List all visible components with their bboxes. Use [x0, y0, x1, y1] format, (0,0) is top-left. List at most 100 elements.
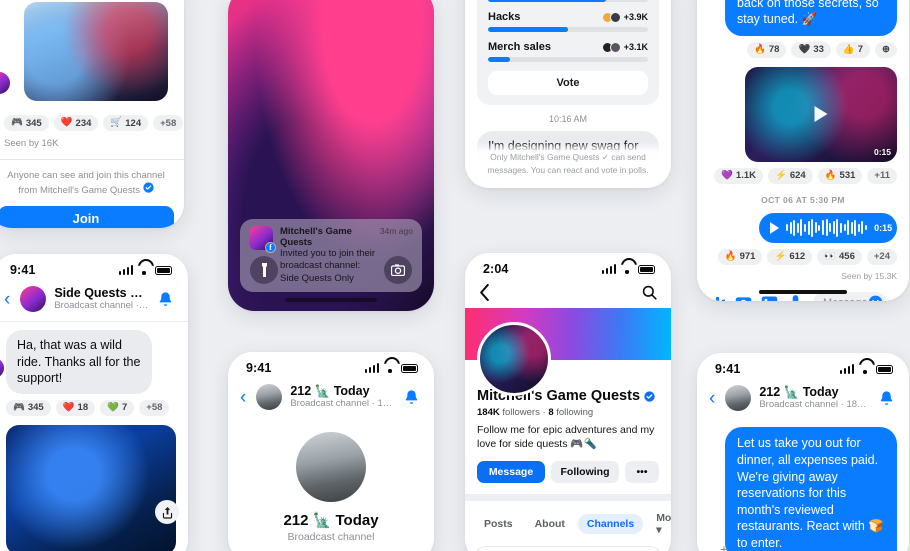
back-chevron-icon[interactable]: ‹: [707, 389, 717, 408]
reaction-chip[interactable]: 🔥 971: [717, 248, 763, 265]
reaction-emoji: ⚡: [774, 251, 787, 263]
outgoing-message-bubble[interactable]: you know I'm not holding back on those s…: [725, 0, 897, 36]
reaction-chip[interactable]: 🔥 531: [817, 167, 863, 184]
outgoing-message-bubble[interactable]: Let us take you out for dinner, all expe…: [725, 427, 897, 551]
reaction-chip[interactable]: 🎮 345: [6, 399, 51, 416]
notification-time: 34m ago: [379, 226, 413, 236]
back-chevron-icon[interactable]: ‹: [2, 290, 12, 309]
reaction-chip[interactable]: 👍 7: [835, 41, 871, 58]
microphone-icon[interactable]: [787, 294, 804, 301]
voice-message[interactable]: 0:15: [759, 212, 897, 243]
signal-icon: [364, 363, 379, 373]
reaction-count: +58: [146, 402, 163, 414]
message-row: you know I'm not holding back on those s…: [709, 0, 897, 36]
vote-button[interactable]: Vote: [488, 71, 648, 95]
reaction-chip-row: 💜 1.1K ⚡ 624 🔥 531 +11: [709, 167, 897, 184]
thumbs-up-icon[interactable]: [896, 294, 909, 301]
post-photo[interactable]: [24, 2, 168, 101]
poll-option-label: Hacks: [488, 11, 521, 23]
home-indicator: [759, 290, 847, 294]
channel-avatar[interactable]: [256, 384, 283, 411]
wifi-icon: [859, 364, 871, 374]
poll-progress-track: [488, 57, 648, 62]
following-count: 8: [548, 407, 554, 418]
poll-option[interactable]: Hacks +3.9K: [488, 11, 648, 32]
more-options-button[interactable]: •••: [625, 460, 659, 483]
reaction-chip[interactable]: 💜 1.1K: [714, 167, 763, 184]
reaction-chip[interactable]: 👀 456: [817, 248, 862, 265]
gallery-icon[interactable]: [761, 294, 778, 301]
reaction-chip[interactable]: ⚡ 624: [768, 167, 813, 184]
plus-icon[interactable]: +: [716, 541, 732, 551]
status-bar: 9:41: [697, 353, 909, 379]
reaction-chip[interactable]: ❤️ 18: [55, 399, 96, 416]
video-attachment[interactable]: 0:15: [745, 66, 897, 162]
join-button[interactable]: Join: [0, 205, 174, 228]
poll-option[interactable]: Live updates +6.8K: [488, 0, 648, 2]
reaction-emoji: 🎮: [13, 402, 25, 413]
message-button[interactable]: Message: [477, 460, 545, 483]
reaction-count: 612: [789, 251, 806, 263]
reaction-chip-row: 🎮 345 ❤️ 18 💚 7 +58: [6, 399, 176, 416]
following-button[interactable]: Following: [551, 460, 619, 483]
reaction-emoji: ⚡: [775, 170, 787, 182]
wifi-icon: [384, 363, 396, 373]
add-reaction-button[interactable]: ⊕: [875, 41, 897, 58]
poll-icon[interactable]: [709, 294, 726, 301]
verified-badge-icon: [142, 182, 154, 193]
notification-bell-icon[interactable]: [878, 390, 895, 407]
reaction-count: 345: [25, 117, 42, 129]
play-icon[interactable]: [814, 106, 828, 123]
reaction-emoji: ❤️: [60, 117, 73, 129]
reaction-chip-overflow[interactable]: +58: [153, 115, 184, 131]
reaction-chip-overflow[interactable]: +58: [139, 399, 170, 416]
reaction-chip[interactable]: 💚 7: [100, 399, 135, 416]
reaction-chip[interactable]: 🔥 78: [747, 41, 787, 58]
tab-channels[interactable]: Channels: [577, 513, 644, 534]
signal-icon: [118, 265, 133, 275]
poll-progress-track: [488, 27, 648, 32]
reaction-chip[interactable]: 🛒 124: [103, 115, 149, 131]
profile-avatar[interactable]: [477, 322, 551, 396]
tab-posts[interactable]: Posts: [475, 514, 522, 534]
camera-icon[interactable]: [384, 256, 412, 284]
camera-icon[interactable]: [735, 294, 752, 301]
wifi-icon: [138, 265, 150, 275]
date-separator: OCT 06 AT 5:30 PM: [761, 194, 845, 205]
reaction-chip[interactable]: 🖤 33: [791, 41, 831, 58]
reaction-count: +11: [874, 170, 890, 182]
channel-avatar[interactable]: [20, 286, 47, 313]
notification-bell-icon[interactable]: [403, 389, 420, 406]
verified-badge-icon: [644, 390, 655, 402]
channel-title: 212 🗽 Today: [290, 384, 370, 398]
message-row: Let us take you out for dinner, all expe…: [709, 427, 897, 551]
back-chevron-icon[interactable]: [479, 284, 490, 301]
search-icon[interactable]: [642, 285, 657, 300]
reaction-chip[interactable]: ❤️ 234: [53, 115, 99, 131]
reaction-chip[interactable]: ⚡ 612: [767, 248, 813, 265]
back-chevron-icon[interactable]: ‹: [238, 388, 248, 407]
waveform: [786, 218, 868, 237]
play-icon[interactable]: [770, 221, 779, 234]
reaction-count: 1.1K: [735, 170, 756, 182]
notification-bell-icon[interactable]: [157, 291, 174, 308]
reaction-chip-overflow[interactable]: +11: [867, 167, 897, 184]
tab-about[interactable]: About: [526, 514, 574, 534]
channel-footnote: Only Mitchell's Game Quests ✓ can send m…: [465, 142, 671, 188]
status-bar: 9:41: [0, 254, 188, 280]
reaction-chip-overflow[interactable]: +24: [866, 248, 897, 265]
flashlight-icon[interactable]: [250, 256, 278, 284]
emoji-icon[interactable]: [868, 295, 883, 301]
message-timestamp: 10:16 AM: [548, 114, 588, 124]
reaction-chip-row: 🎮 345 ❤️ 234 🛒 124 +58: [4, 115, 184, 131]
poll-option[interactable]: Merch sales +3.1K: [488, 41, 648, 62]
channel-subtitle: Broadcast channel · 181K members: [759, 399, 870, 411]
poll-progress-fill: [488, 57, 511, 62]
cover-photo[interactable]: [465, 308, 671, 396]
reaction-chip[interactable]: 🎮 345: [4, 115, 49, 131]
reaction-emoji: 🛒: [110, 117, 123, 129]
channel-avatar[interactable]: [725, 385, 752, 412]
message-bubble[interactable]: Ha, that was a wild ride. Thanks all for…: [6, 330, 153, 394]
photo-attachment[interactable]: [6, 424, 176, 551]
tab-more[interactable]: More ▾: [647, 508, 671, 540]
